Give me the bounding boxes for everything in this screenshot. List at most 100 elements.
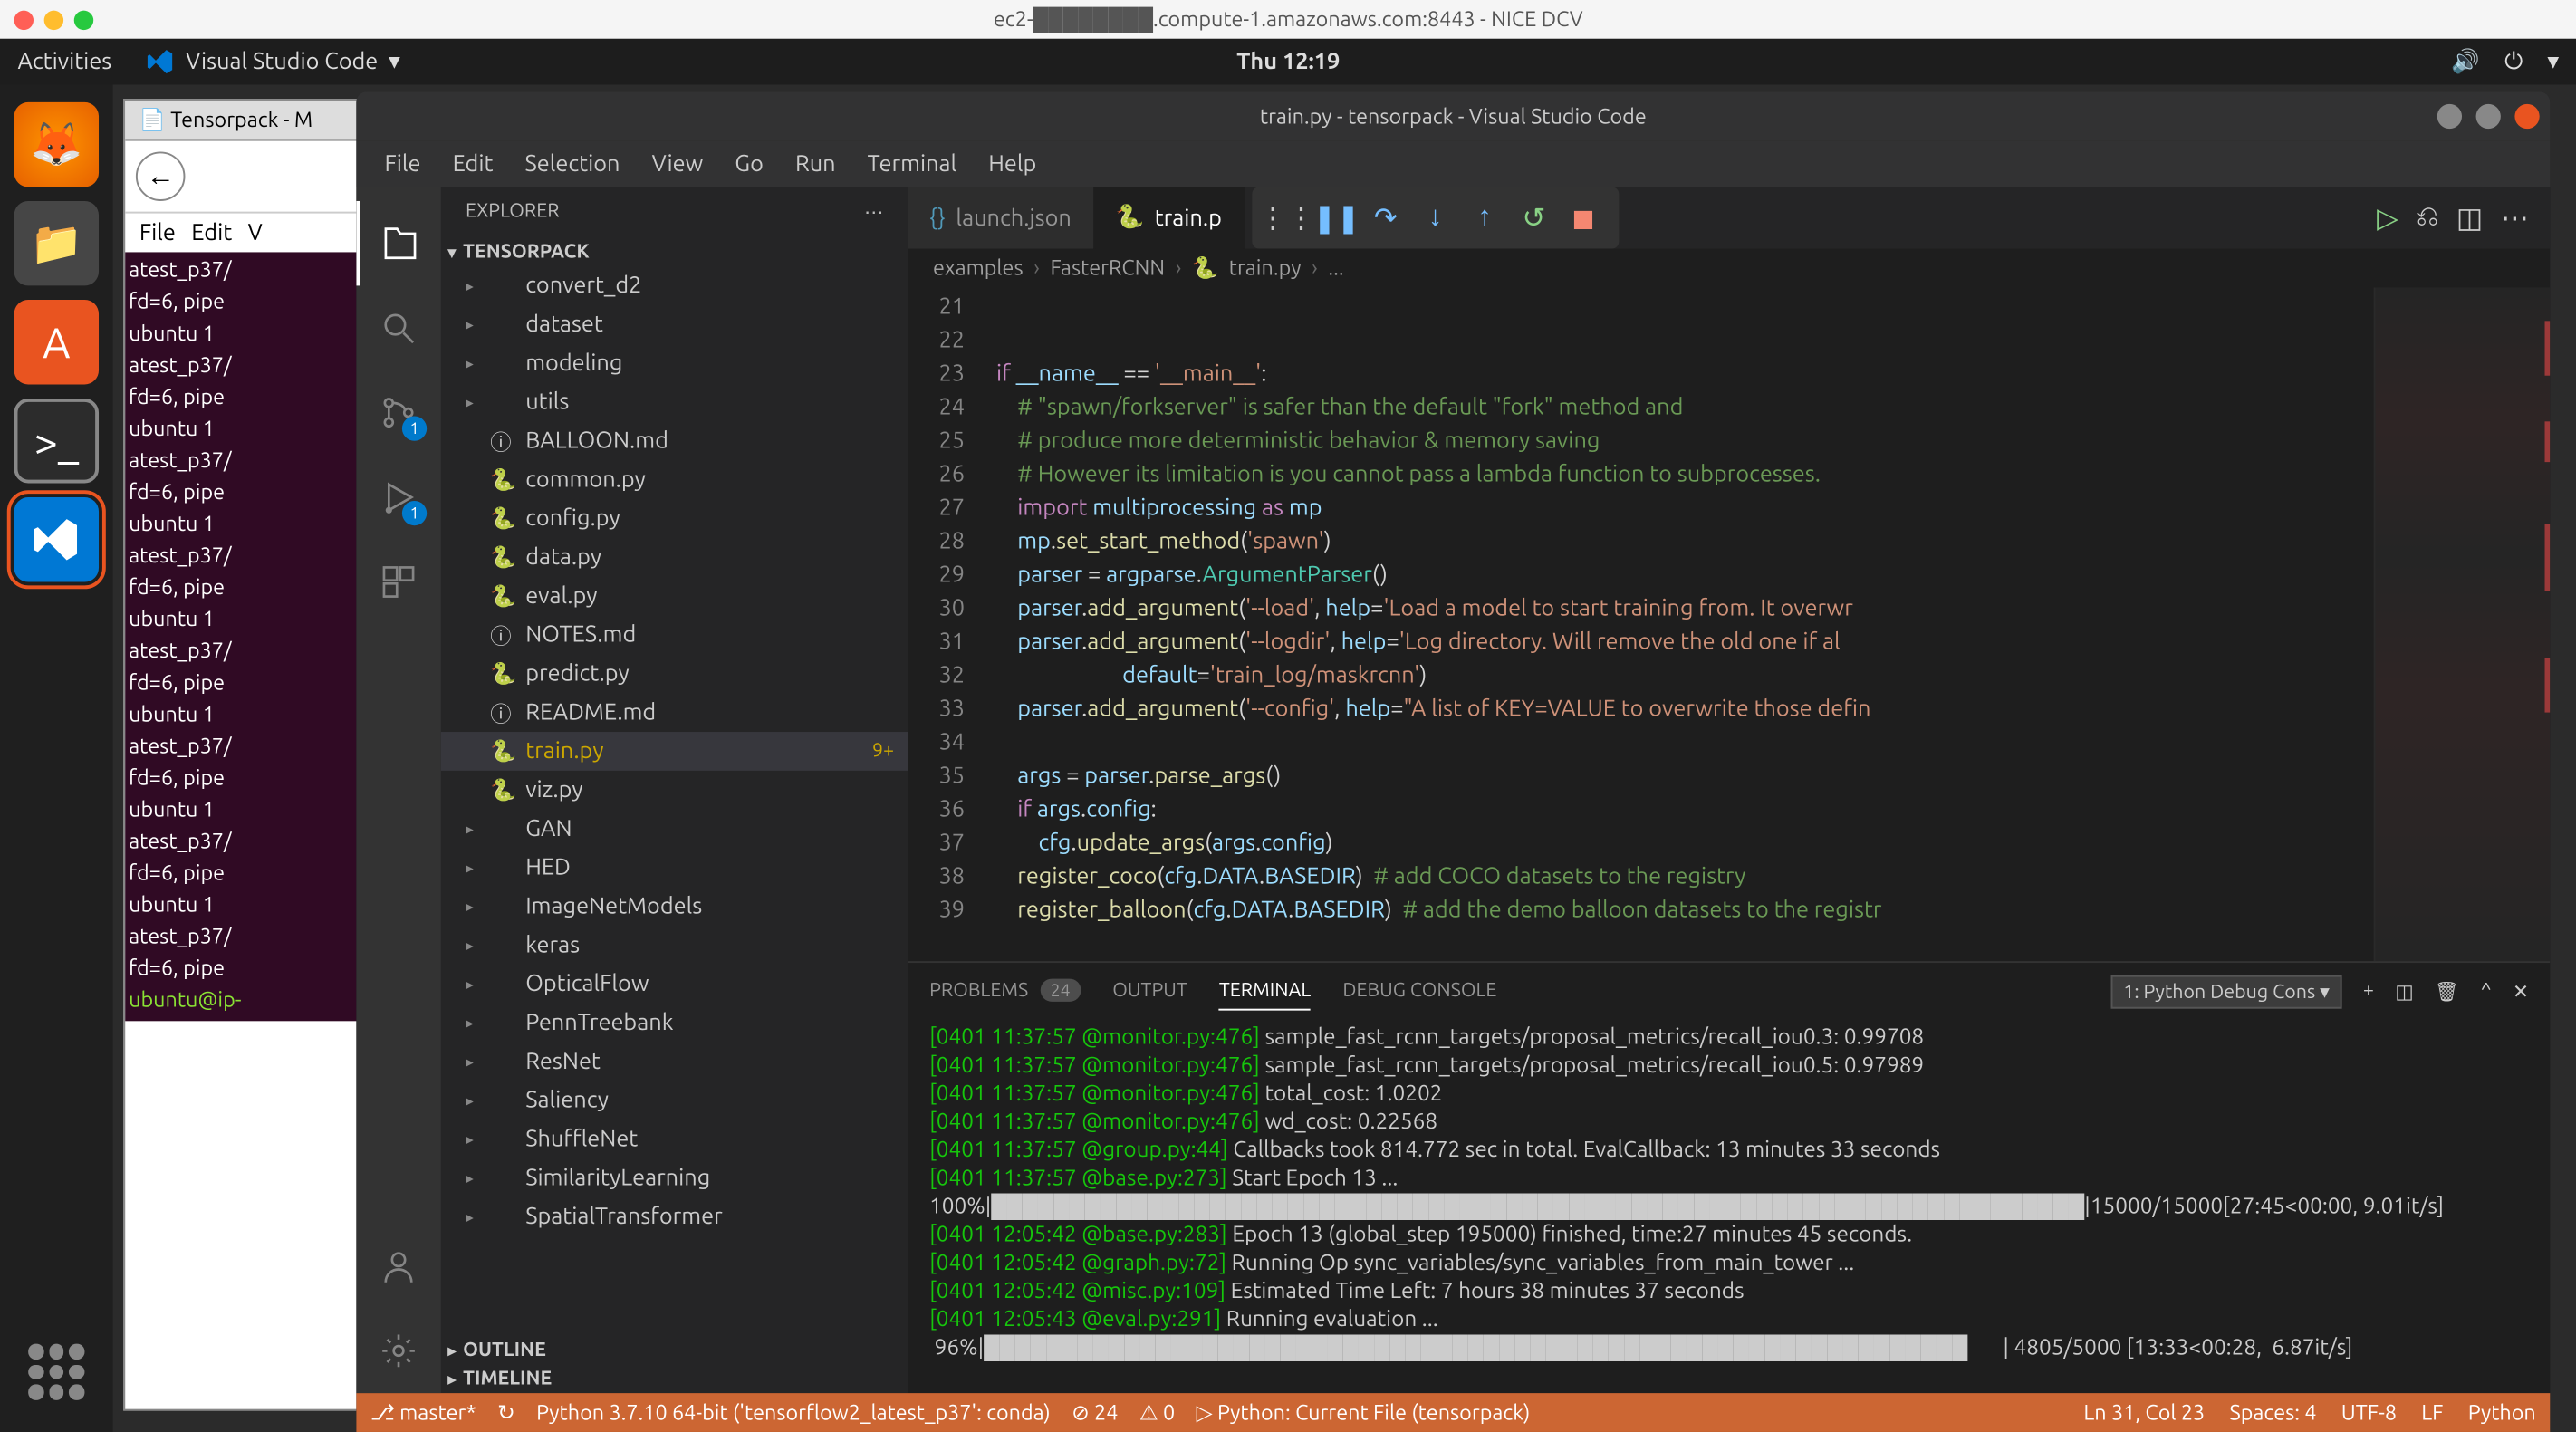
bg-menu[interactable]: File Edit V	[125, 214, 360, 253]
terminal-launcher[interactable]: >_	[14, 399, 99, 483]
close-panel-icon[interactable]: ✕	[2513, 980, 2529, 1003]
language-status[interactable]: Python	[2468, 1401, 2536, 1424]
close-button[interactable]	[2514, 104, 2539, 129]
menu-run[interactable]: Run	[781, 149, 850, 180]
breadcrumbs[interactable]: examples› FasterRCNN› 🐍train.py› ...	[908, 249, 2551, 288]
tree-item-resnet[interactable]: ResNet	[441, 1043, 908, 1081]
tree-item-data-py[interactable]: 🐍data.py	[441, 538, 908, 577]
tree-item-gan[interactable]: GAN	[441, 810, 908, 849]
vscode-launcher[interactable]	[14, 497, 99, 581]
clock[interactable]: Thu 12:19	[1236, 50, 1340, 74]
back-button[interactable]: ←	[136, 151, 186, 201]
current-app-menu[interactable]: Visual Studio Code ▾	[147, 48, 399, 76]
more-icon[interactable]: ⋯	[864, 201, 883, 224]
output-tab[interactable]: OUTPUT	[1112, 974, 1187, 1009]
step-into-button[interactable]: ↓	[1414, 197, 1456, 239]
tree-item-penntreebank[interactable]: PennTreebank	[441, 1004, 908, 1043]
project-section[interactable]: TENSORPACK	[441, 238, 908, 266]
tree-item-modeling[interactable]: modeling	[441, 344, 908, 383]
tree-item-viz-py[interactable]: 🐍viz.py	[441, 771, 908, 810]
tree-item-notes-md[interactable]: ⓘNOTES.md	[441, 616, 908, 655]
tree-item-balloon-md[interactable]: ⓘBALLOON.md	[441, 421, 908, 460]
scm-activity[interactable]: 1	[356, 370, 440, 455]
cursor-position[interactable]: Ln 31, Col 23	[2083, 1401, 2205, 1424]
eol-status[interactable]: LF	[2421, 1401, 2443, 1424]
kill-terminal-icon[interactable]: 🗑	[2435, 980, 2459, 1003]
tree-item-opticalflow[interactable]: OpticalFlow	[441, 965, 908, 1004]
tree-item-train-py[interactable]: 🐍train.py9+	[441, 732, 908, 771]
terminal-tab[interactable]: TERMINAL	[1219, 973, 1312, 1010]
bg-tab[interactable]: 📄 Tensorpack - M	[125, 101, 360, 141]
menu-terminal[interactable]: Terminal	[853, 149, 971, 180]
menu-selection[interactable]: Selection	[511, 149, 634, 180]
interpreter-status[interactable]: Python 3.7.10 64-bit ('tensorflow2_lates…	[536, 1401, 1051, 1424]
tree-item-common-py[interactable]: 🐍common.py	[441, 460, 908, 499]
power-icon[interactable]: ⏻	[2504, 49, 2523, 75]
menu-file[interactable]: File	[370, 149, 435, 180]
editor-tab-launch-json[interactable]: {}launch.json	[908, 187, 1094, 248]
indentation-status[interactable]: Spaces: 4	[2229, 1401, 2316, 1424]
files-launcher[interactable]: 📁	[14, 201, 99, 285]
settings-activity[interactable]	[356, 1309, 440, 1393]
activities-button[interactable]: Activities	[17, 50, 111, 74]
explorer-activity[interactable]	[356, 201, 440, 285]
software-launcher[interactable]: A	[14, 300, 99, 384]
split-editor-icon[interactable]: ◫	[2456, 201, 2483, 235]
more-actions-icon[interactable]: ⋯	[2501, 201, 2529, 235]
menu-help[interactable]: Help	[975, 149, 1051, 180]
pause-button[interactable]: ❚❚	[1315, 197, 1358, 239]
tree-item-dataset[interactable]: dataset	[441, 305, 908, 344]
show-applications[interactable]	[14, 1330, 99, 1414]
restart-button[interactable]: ↺	[1513, 197, 1555, 239]
tree-item-keras[interactable]: keras	[441, 926, 908, 965]
firefox-launcher[interactable]: 🦊	[14, 102, 99, 187]
minimap[interactable]	[2374, 287, 2551, 961]
tree-item-config-py[interactable]: 🐍config.py	[441, 499, 908, 538]
debug-target-status[interactable]: ▷ Python: Current File (tensorpack)	[1197, 1400, 1531, 1425]
tree-item-similaritylearning[interactable]: SimilarityLearning	[441, 1158, 908, 1197]
menu-edit[interactable]: Edit	[438, 149, 507, 180]
tree-item-shufflenet[interactable]: ShuffleNet	[441, 1120, 908, 1158]
maximize-button[interactable]	[2476, 104, 2501, 129]
search-activity[interactable]	[356, 285, 440, 370]
code-area[interactable]: if __name__ == '__main__': # "spawn/fork…	[996, 287, 2374, 961]
tree-item-saliency[interactable]: Saliency	[441, 1081, 908, 1120]
run-activity[interactable]: 1	[356, 455, 440, 539]
vscode-titlebar[interactable]: train.py - tensorpack - Visual Studio Co…	[356, 91, 2550, 141]
maximize-window-button[interactable]	[74, 10, 93, 29]
close-window-button[interactable]	[14, 10, 34, 29]
diff-icon[interactable]: ⎌	[2417, 201, 2439, 235]
terminal-selector[interactable]: 1: Python Debug Cons ▾	[2111, 975, 2342, 1008]
tree-item-spatialtransformer[interactable]: SpatialTransformer	[441, 1197, 908, 1236]
outline-section[interactable]: OUTLINE	[441, 1337, 908, 1365]
terminal-output[interactable]: [0401 11:37:57 @monitor.py:476] sample_f…	[908, 1019, 2551, 1393]
tree-item-convert_d2[interactable]: convert_d2	[441, 266, 908, 305]
debug-console-tab[interactable]: DEBUG CONSOLE	[1342, 974, 1496, 1009]
new-terminal-icon[interactable]: +	[2363, 981, 2374, 1002]
maximize-panel-icon[interactable]: ^	[2481, 981, 2492, 1002]
tree-item-readme-md[interactable]: ⓘREADME.md	[441, 693, 908, 732]
problems-tab[interactable]: PROBLEMS 24	[929, 974, 1081, 1009]
minimize-button[interactable]	[2437, 104, 2462, 129]
volume-icon[interactable]: 🔊	[2451, 49, 2480, 75]
drag-handle-icon[interactable]: ⋮⋮	[1266, 197, 1309, 239]
tree-item-imagenetmodels[interactable]: ImageNetModels	[441, 887, 908, 926]
step-over-button[interactable]: ↷	[1365, 197, 1408, 239]
split-terminal-icon[interactable]: ◫	[2395, 980, 2413, 1003]
warnings-status[interactable]: ⚠ 0	[1139, 1400, 1175, 1425]
run-button[interactable]: ▷	[2377, 201, 2398, 235]
editor-tab-train-p[interactable]: 🐍train.p	[1094, 187, 1245, 248]
encoding-status[interactable]: UTF-8	[2341, 1401, 2397, 1424]
branch-status[interactable]: ⎇ master*	[370, 1400, 476, 1425]
extensions-activity[interactable]	[356, 540, 440, 624]
menu-go[interactable]: Go	[721, 149, 778, 180]
system-status[interactable]: 🔊 ⏻ ▾	[2451, 49, 2559, 75]
sync-status[interactable]: ↻	[497, 1400, 515, 1425]
accounts-activity[interactable]	[356, 1224, 440, 1308]
timeline-section[interactable]: TIMELINE	[441, 1365, 908, 1393]
tree-item-utils[interactable]: utils	[441, 382, 908, 421]
menu-view[interactable]: View	[638, 149, 717, 180]
minimize-window-button[interactable]	[44, 10, 63, 29]
tree-item-eval-py[interactable]: 🐍eval.py	[441, 577, 908, 616]
background-window[interactable]: 📄 Tensorpack - M ← File Edit V atest_p37…	[123, 99, 361, 1411]
